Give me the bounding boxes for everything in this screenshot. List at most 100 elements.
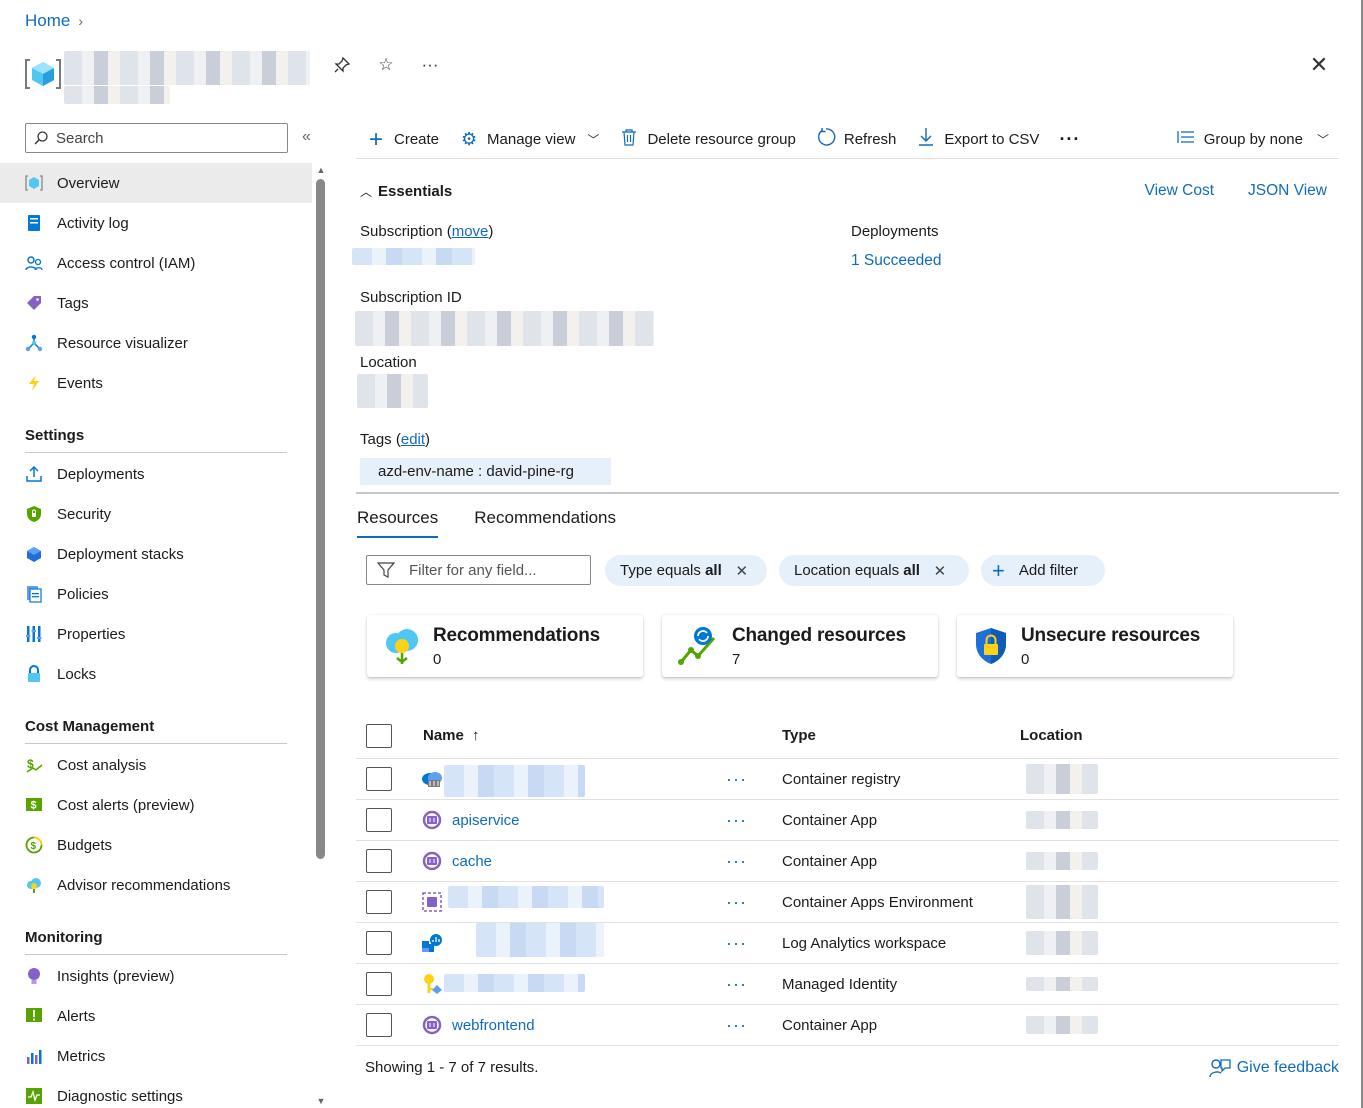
- resource-name-redacted[interactable]: [476, 923, 604, 957]
- sidebar-item-activity-log[interactable]: Activity log: [0, 203, 312, 243]
- table-row[interactable]: ··· Log Analytics workspace: [356, 923, 1339, 964]
- filter-input[interactable]: Filter for any field...: [366, 555, 591, 585]
- tag-chip[interactable]: azd-env-name : david-pine-rg: [360, 458, 611, 485]
- sidebar-item-cost-analysis[interactable]: $ Cost analysis: [0, 745, 312, 785]
- sidebar-item-policies[interactable]: Policies: [0, 574, 312, 614]
- row-more-button[interactable]: ···: [726, 892, 747, 913]
- essentials-toggle[interactable]: ︿ Essentials: [360, 183, 452, 200]
- sidebar-item-cost-alerts[interactable]: $ Cost alerts (preview): [0, 785, 312, 825]
- sidebar-item-events[interactable]: Events: [0, 363, 312, 403]
- collapse-sidebar-icon[interactable]: «: [302, 128, 311, 146]
- tab-recommendations[interactable]: Recommendations: [474, 508, 616, 538]
- row-more-button[interactable]: ···: [726, 810, 747, 831]
- select-all-checkbox[interactable]: [366, 723, 392, 748]
- row-checkbox[interactable]: [366, 890, 392, 914]
- row-more-button[interactable]: ···: [726, 769, 747, 790]
- sidebar-item-iam[interactable]: Access control (IAM): [0, 243, 312, 283]
- resource-name-link[interactable]: webfrontend: [452, 1017, 535, 1034]
- more-commands-button[interactable]: ···: [1049, 123, 1090, 157]
- table-row[interactable]: ··· Container Apps Environment: [356, 882, 1339, 923]
- table-row[interactable]: ··· Managed Identity: [356, 964, 1339, 1005]
- sidebar-search-input[interactable]: Search: [25, 123, 288, 153]
- location-filter-pill[interactable]: Location equals all ✕: [779, 555, 969, 586]
- tab-resources[interactable]: Resources: [357, 508, 439, 538]
- manage-view-button[interactable]: ⚙ Manage view ﹀: [449, 123, 609, 157]
- row-checkbox[interactable]: [366, 972, 392, 996]
- type-filter-pill[interactable]: Type equals all ✕: [605, 555, 767, 586]
- scrollbar-thumb[interactable]: [316, 179, 325, 859]
- give-feedback-label: Give feedback: [1236, 1059, 1339, 1076]
- table-row[interactable]: cache ··· Container App: [356, 841, 1339, 882]
- row-more-button[interactable]: ···: [726, 933, 747, 954]
- deployments-succeeded-link[interactable]: 1 Succeeded: [851, 252, 942, 270]
- subscription-move-link[interactable]: move: [452, 223, 489, 240]
- table-row[interactable]: apiservice ··· Container App: [356, 800, 1339, 841]
- scroll-up-icon[interactable]: ▲: [315, 165, 327, 175]
- row-checkbox[interactable]: [366, 1013, 392, 1037]
- sidebar-item-resource-visualizer[interactable]: Resource visualizer: [0, 323, 312, 363]
- row-more-button[interactable]: ···: [726, 1015, 747, 1036]
- more-icon[interactable]: ···: [419, 54, 441, 76]
- sidebar-item-deployments[interactable]: Deployments: [0, 454, 312, 494]
- resource-group-icon: [25, 174, 43, 192]
- row-checkbox[interactable]: [366, 931, 392, 955]
- close-icon[interactable]: ✕: [928, 559, 952, 583]
- give-feedback-link[interactable]: Give feedback: [1209, 1057, 1339, 1079]
- row-more-button[interactable]: ···: [726, 974, 747, 995]
- create-button[interactable]: + Create: [356, 123, 449, 157]
- refresh-button[interactable]: Refresh: [806, 123, 907, 157]
- sidebar-item-label: Policies: [57, 585, 109, 603]
- resource-name-redacted[interactable]: [444, 974, 585, 992]
- card-value: 0: [433, 650, 442, 668]
- breadcrumb-home-link[interactable]: Home: [25, 11, 70, 31]
- resource-name-link[interactable]: apiservice: [452, 812, 520, 829]
- sidebar-item-overview[interactable]: Overview: [0, 163, 312, 203]
- add-filter-button[interactable]: + Add filter: [981, 555, 1105, 586]
- unsecure-resources-card[interactable]: Unsecure resources 0: [957, 615, 1233, 677]
- type-column-header[interactable]: Type: [782, 727, 816, 744]
- row-checkbox[interactable]: [366, 849, 392, 873]
- pin-icon[interactable]: [331, 54, 353, 76]
- sidebar-item-alerts[interactable]: Alerts: [0, 996, 312, 1036]
- close-icon[interactable]: ✕: [1307, 52, 1331, 77]
- sidebar-section-monitoring: Monitoring: [0, 905, 312, 955]
- sidebar-item-tags[interactable]: Tags: [0, 283, 312, 323]
- sidebar-item-diagnostic-settings[interactable]: Diagnostic settings: [0, 1076, 312, 1108]
- sidebar-item-deployment-stacks[interactable]: Deployment stacks: [0, 534, 312, 574]
- row-checkbox[interactable]: [366, 767, 392, 791]
- sidebar-item-locks[interactable]: Locks: [0, 654, 312, 694]
- scroll-down-icon[interactable]: ▼: [315, 1096, 327, 1106]
- sidebar-item-budgets[interactable]: $ Budgets: [0, 825, 312, 865]
- row-more-button[interactable]: ···: [726, 851, 747, 872]
- table-row[interactable]: ··· Container registry: [356, 759, 1339, 800]
- sidebar-item-metrics[interactable]: Metrics: [0, 1036, 312, 1076]
- resource-name-redacted[interactable]: [448, 886, 604, 908]
- sidebar-item-insights[interactable]: Insights (preview): [0, 956, 312, 996]
- sidebar-item-security[interactable]: Security: [0, 494, 312, 534]
- location-redacted: [1026, 885, 1098, 919]
- row-checkbox[interactable]: [366, 808, 392, 832]
- sidebar-item-label: Alerts: [57, 1007, 96, 1025]
- group-by-dropdown[interactable]: Group by none ﹀: [1166, 123, 1339, 157]
- sidebar-scrollbar[interactable]: ▲ ▼: [315, 165, 327, 1106]
- table-row[interactable]: webfrontend ··· Container App: [356, 1005, 1339, 1046]
- resource-name-link[interactable]: cache: [452, 853, 492, 870]
- view-cost-link[interactable]: View Cost: [1145, 182, 1215, 200]
- sidebar-item-label: Activity log: [57, 214, 129, 232]
- star-icon[interactable]: ☆: [375, 54, 397, 76]
- subscription-value-redacted[interactable]: [352, 248, 475, 265]
- delete-resource-group-button[interactable]: Delete resource group: [609, 123, 805, 157]
- close-icon[interactable]: ✕: [730, 559, 754, 583]
- sidebar-item-advisor[interactable]: Advisor recommendations: [0, 865, 312, 905]
- export-csv-button[interactable]: Export to CSV: [906, 123, 1049, 157]
- tags-edit-link[interactable]: edit: [401, 431, 425, 448]
- resource-group-icon: [24, 56, 62, 92]
- json-view-link[interactable]: JSON View: [1248, 182, 1327, 200]
- resource-name-redacted[interactable]: [444, 765, 585, 797]
- location-column-header[interactable]: Location: [1020, 727, 1083, 744]
- name-column-header[interactable]: Name ↑: [423, 727, 480, 744]
- recommendations-card[interactable]: Recommendations 0: [367, 615, 643, 677]
- changed-resources-card[interactable]: Changed resources 7: [662, 615, 938, 677]
- sidebar-item-properties[interactable]: Properties: [0, 614, 312, 654]
- refresh-label: Refresh: [843, 131, 897, 148]
